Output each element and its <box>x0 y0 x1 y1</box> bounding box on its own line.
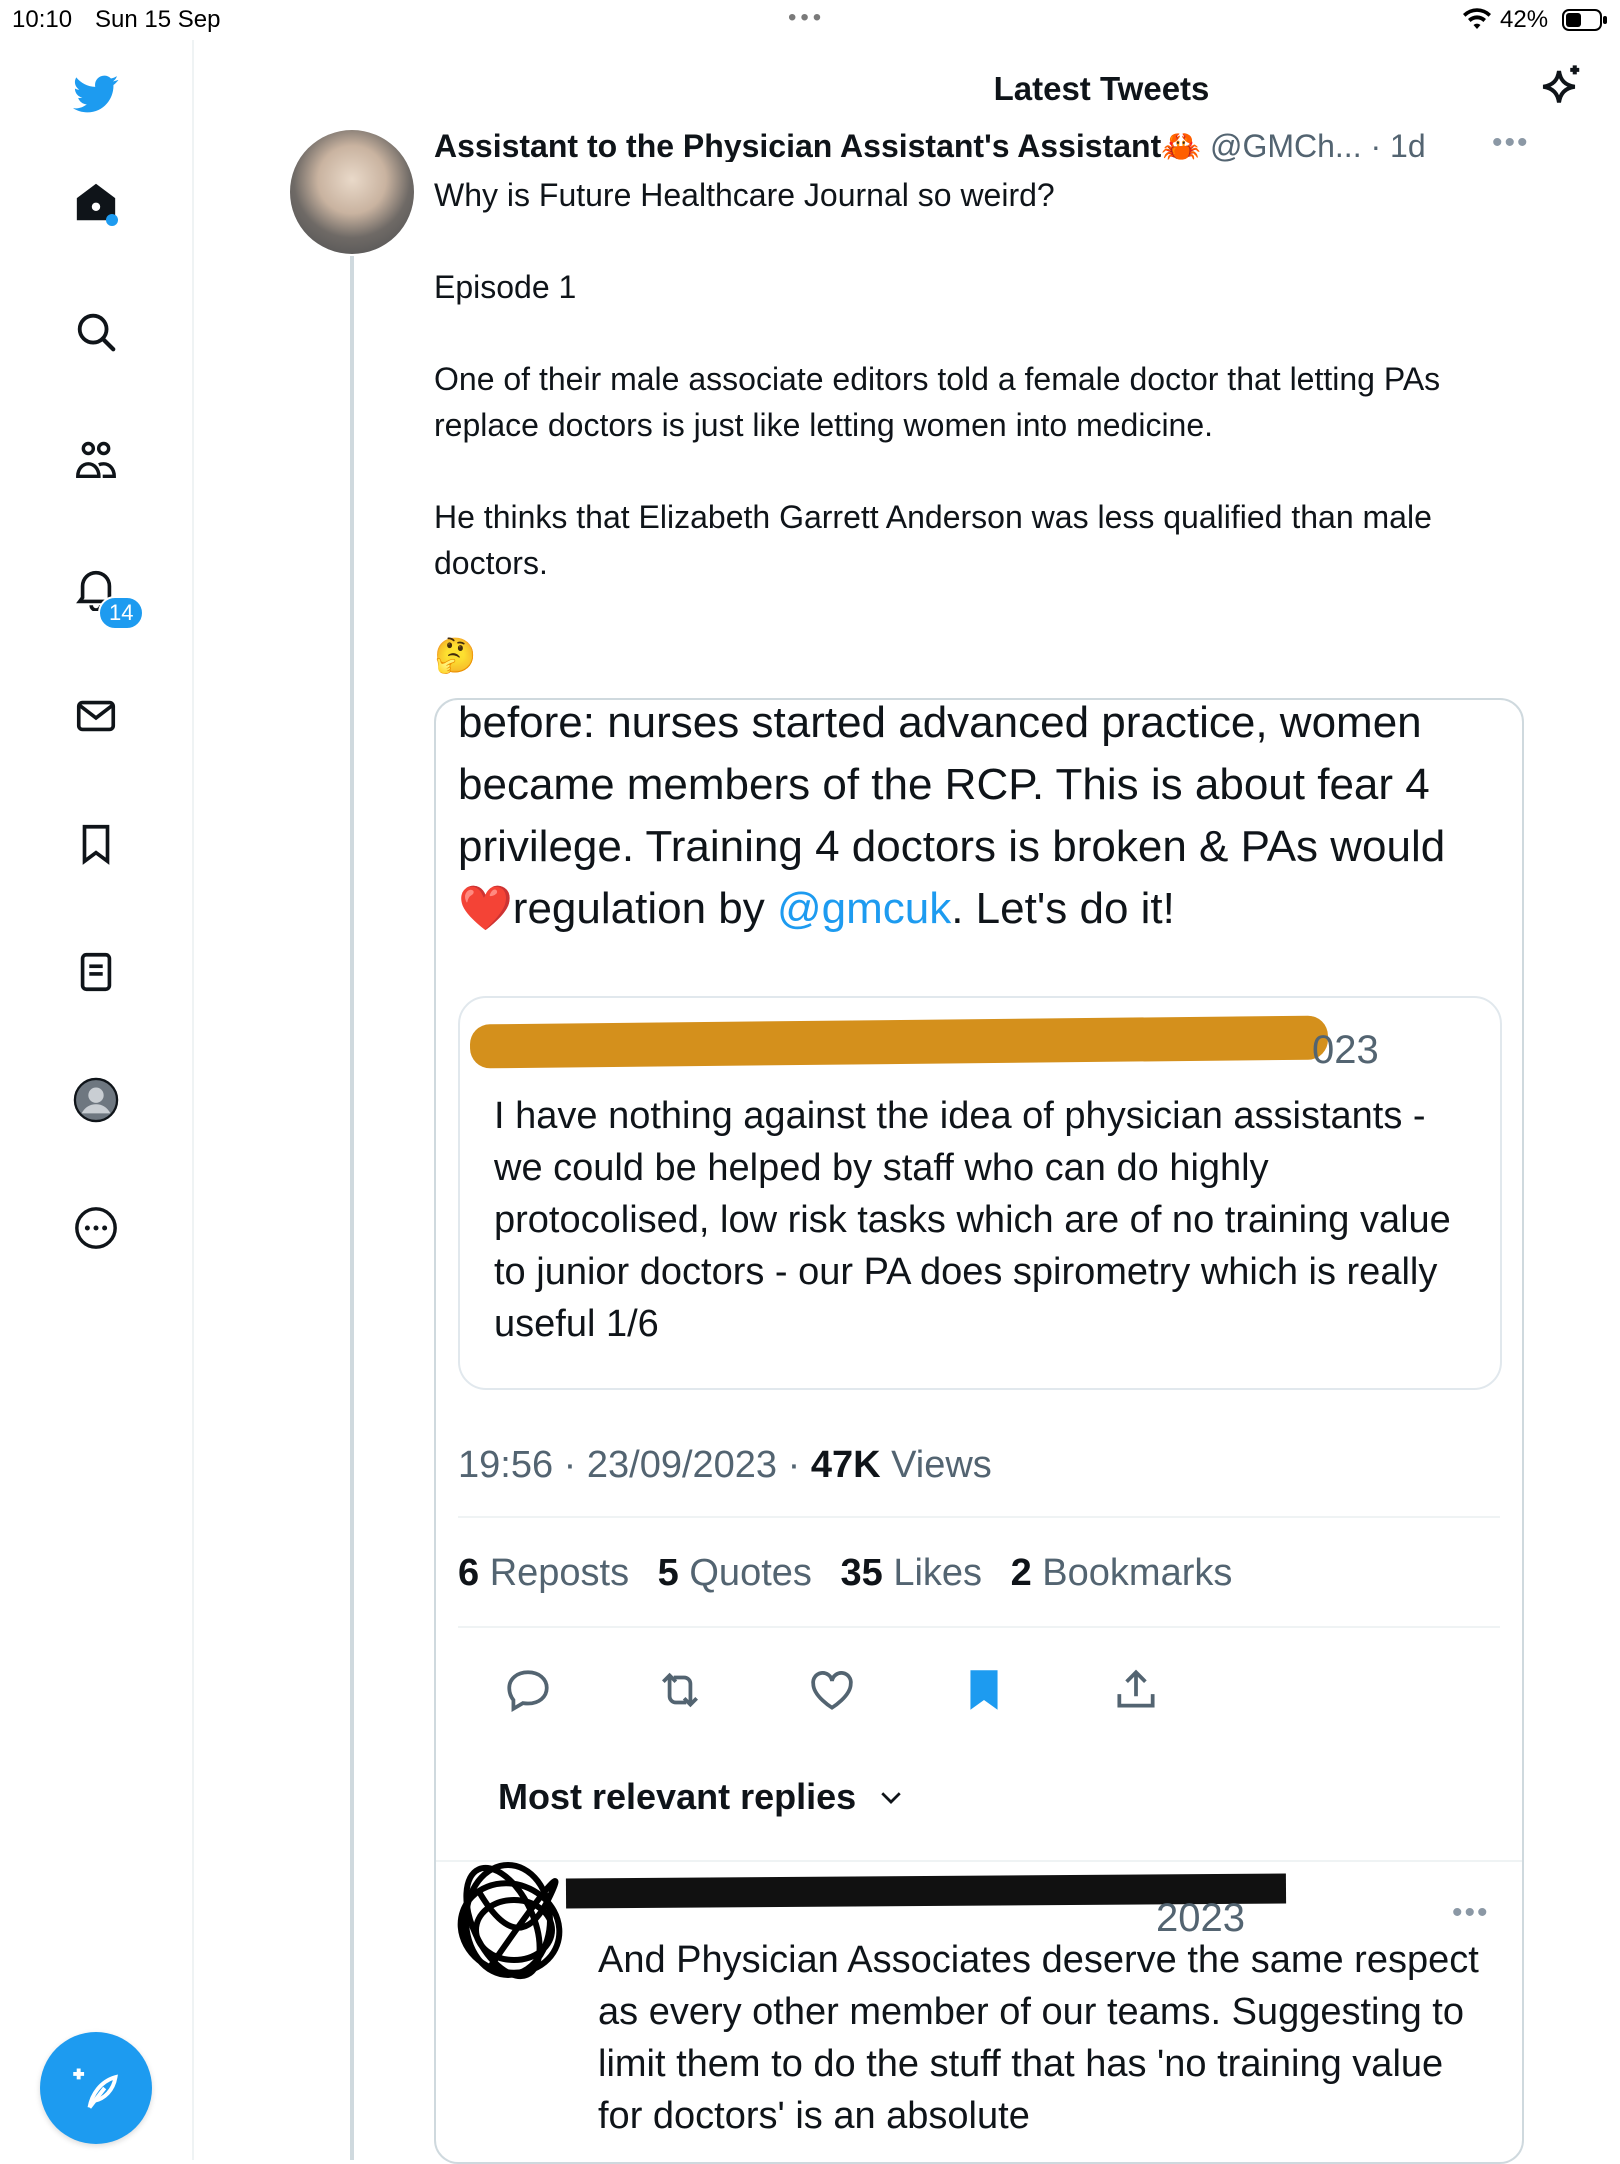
tweet-paragraph: Why is Future Healthcare Journal so weir… <box>434 177 1055 213</box>
likes-label[interactable]: Likes <box>893 1552 982 1594</box>
quoted-tweet-card[interactable]: 023 I have nothing against the idea of p… <box>458 996 1502 1390</box>
redaction-scribble <box>469 1015 1329 1069</box>
tweet-paragraph: One of their male associate editors told… <box>434 361 1441 443</box>
status-bar: 10:10 Sun 15 Sep ••• 42% <box>0 0 1620 40</box>
communities-icon[interactable] <box>68 432 124 488</box>
author-avatar[interactable] <box>290 130 414 254</box>
divider <box>458 1516 1500 1518</box>
page-title: Latest Tweets <box>993 70 1210 107</box>
thread-line <box>350 256 354 2160</box>
chevron-down-icon[interactable] <box>876 1782 906 1812</box>
author-line[interactable]: Assistant to the Physician Assistant's A… <box>434 128 1426 162</box>
redaction-scribble <box>457 1862 563 1980</box>
messages-envelope-icon[interactable] <box>68 688 124 744</box>
views-label: Views <box>891 1444 992 1486</box>
like-heart-icon[interactable] <box>802 1660 862 1720</box>
bookmark-filled-icon[interactable] <box>954 1660 1014 1720</box>
compose-tweet-button[interactable] <box>40 2032 152 2144</box>
likes-count[interactable]: 35 <box>840 1552 882 1594</box>
quotes-count[interactable]: 5 <box>658 1552 679 1594</box>
reposts-count[interactable]: 6 <box>458 1552 479 1594</box>
embedded-text-part: . Let's do it! <box>951 884 1175 933</box>
bookmarks-count[interactable]: 2 <box>1011 1552 1032 1594</box>
quoted-tweet-text: I have nothing against the idea of physi… <box>494 1095 1451 1345</box>
profile-avatar-icon[interactable] <box>68 1072 124 1128</box>
heart-emoji: ❤️ <box>458 884 513 933</box>
embedded-tweet-text: before: nurses started advanced practice… <box>458 698 1498 940</box>
views-count: 47K <box>810 1444 881 1486</box>
sidebar-nav: 14 <box>0 40 194 2160</box>
author-handle[interactable]: @GMCh... · 1d <box>1210 128 1426 162</box>
embedded-text-part: before: nurses started advanced practice… <box>458 698 1446 871</box>
reply-more-icon[interactable]: ••• <box>1452 1896 1490 1930</box>
battery-icon <box>1562 9 1607 31</box>
tweet-actions <box>458 1660 1500 1730</box>
lists-icon[interactable] <box>68 944 124 1000</box>
reply-sort-dropdown[interactable]: Most relevant replies <box>498 1776 856 1818</box>
tweet-paragraph: He thinks that Elizabeth Garrett Anderso… <box>434 499 1432 581</box>
battery-percent: 42% <box>1500 6 1549 33</box>
reply-icon[interactable] <box>498 1660 558 1720</box>
quotes-label[interactable]: Quotes <box>689 1552 812 1594</box>
timeline-header: Latest Tweets <box>194 40 1620 140</box>
more-options-icon[interactable] <box>68 1200 124 1256</box>
status-time: 10:10 <box>12 6 73 33</box>
reply-text: And Physician Associates deserve the sam… <box>598 1939 1479 2137</box>
tweet-text: Why is Future Healthcare Journal so weir… <box>434 172 1534 632</box>
status-date: Sun 15 Sep <box>95 6 221 33</box>
engagement-stats: 6 Reposts 5 Quotes 35 Likes 2 Bookmarks <box>458 1552 1232 1595</box>
bookmarks-icon[interactable] <box>68 816 124 872</box>
mention-link[interactable]: @gmcuk <box>777 884 951 933</box>
thinking-emoji: 🤔 <box>434 637 477 675</box>
tweet-timestamp: 19:56 · 23/09/2023 · <box>458 1444 811 1486</box>
sparkle-icon[interactable] <box>1532 62 1586 116</box>
attached-image[interactable]: before: nurses started advanced practice… <box>434 698 1524 2164</box>
tweet-more-icon[interactable]: ••• <box>1492 126 1530 160</box>
share-icon[interactable] <box>1106 1660 1166 1720</box>
divider <box>436 1860 1522 1862</box>
quoted-date-fragment: 023 <box>1312 1028 1379 1072</box>
tweet-meta: 19:56 · 23/09/2023 · 47K Views <box>458 1444 992 1487</box>
embedded-text-part: regulation by <box>512 884 777 933</box>
tweet-paragraph: Episode 1 <box>434 269 577 305</box>
notifications-badge: 14 <box>98 596 145 630</box>
wifi-icon <box>1463 8 1491 29</box>
compose-feather-icon <box>73 2068 118 2109</box>
multitask-dots-icon[interactable]: ••• <box>788 4 825 32</box>
twitter-logo-icon[interactable] <box>68 66 124 122</box>
divider <box>458 1626 1500 1628</box>
reposts-label[interactable]: Reposts <box>490 1552 629 1594</box>
home-unread-dot <box>106 214 118 226</box>
bookmarks-label[interactable]: Bookmarks <box>1042 1552 1232 1594</box>
search-icon[interactable] <box>68 304 124 360</box>
retweet-icon[interactable] <box>650 1660 710 1720</box>
author-name[interactable]: Assistant to the Physician Assistant's A… <box>434 128 1201 162</box>
